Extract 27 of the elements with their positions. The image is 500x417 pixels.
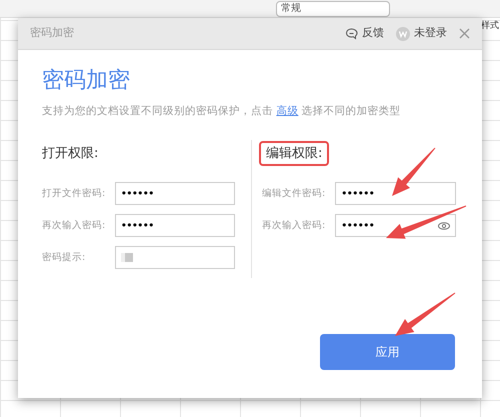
annotation-arrow: [395, 292, 456, 336]
eye-icon[interactable]: [438, 222, 450, 230]
field-label: 打开文件密码:: [42, 186, 106, 201]
apply-button[interactable]: 应用: [320, 334, 455, 370]
login-link[interactable]: 未登录: [414, 25, 447, 42]
format-dropdown[interactable]: 常规: [276, 1, 390, 17]
field-label: 再次输入密码:: [42, 218, 106, 233]
description-text: 支持为您的文档设置不同级别的密码保护，点击 高级 选择不同的加密类型: [42, 104, 402, 119]
redaction-mark: [120, 253, 133, 262]
style-label: 样式: [481, 20, 499, 33]
field-label: 密码提示:: [42, 250, 86, 265]
avatar-icon: [396, 26, 410, 40]
advanced-link[interactable]: 高级: [276, 105, 298, 117]
field-label: 再次输入密码:: [262, 218, 326, 233]
chat-bubble-icon: [345, 28, 358, 40]
feedback-link[interactable]: 反馈: [362, 25, 384, 42]
annotation-arrow: [392, 148, 436, 196]
dialog-heading: 密码加密: [42, 67, 131, 95]
section-title: 编辑权限:: [259, 140, 330, 166]
field-label: 编辑文件密码:: [262, 186, 326, 201]
password-field[interactable]: ••••••: [335, 182, 456, 206]
close-icon[interactable]: [459, 28, 470, 39]
section-title: 打开权限:: [42, 144, 98, 163]
window-title: 密码加密: [30, 25, 75, 42]
password-field[interactable]: ••••••: [114, 182, 235, 206]
password-field[interactable]: ••••••: [114, 214, 235, 238]
hint-field[interactable]: [114, 246, 235, 270]
